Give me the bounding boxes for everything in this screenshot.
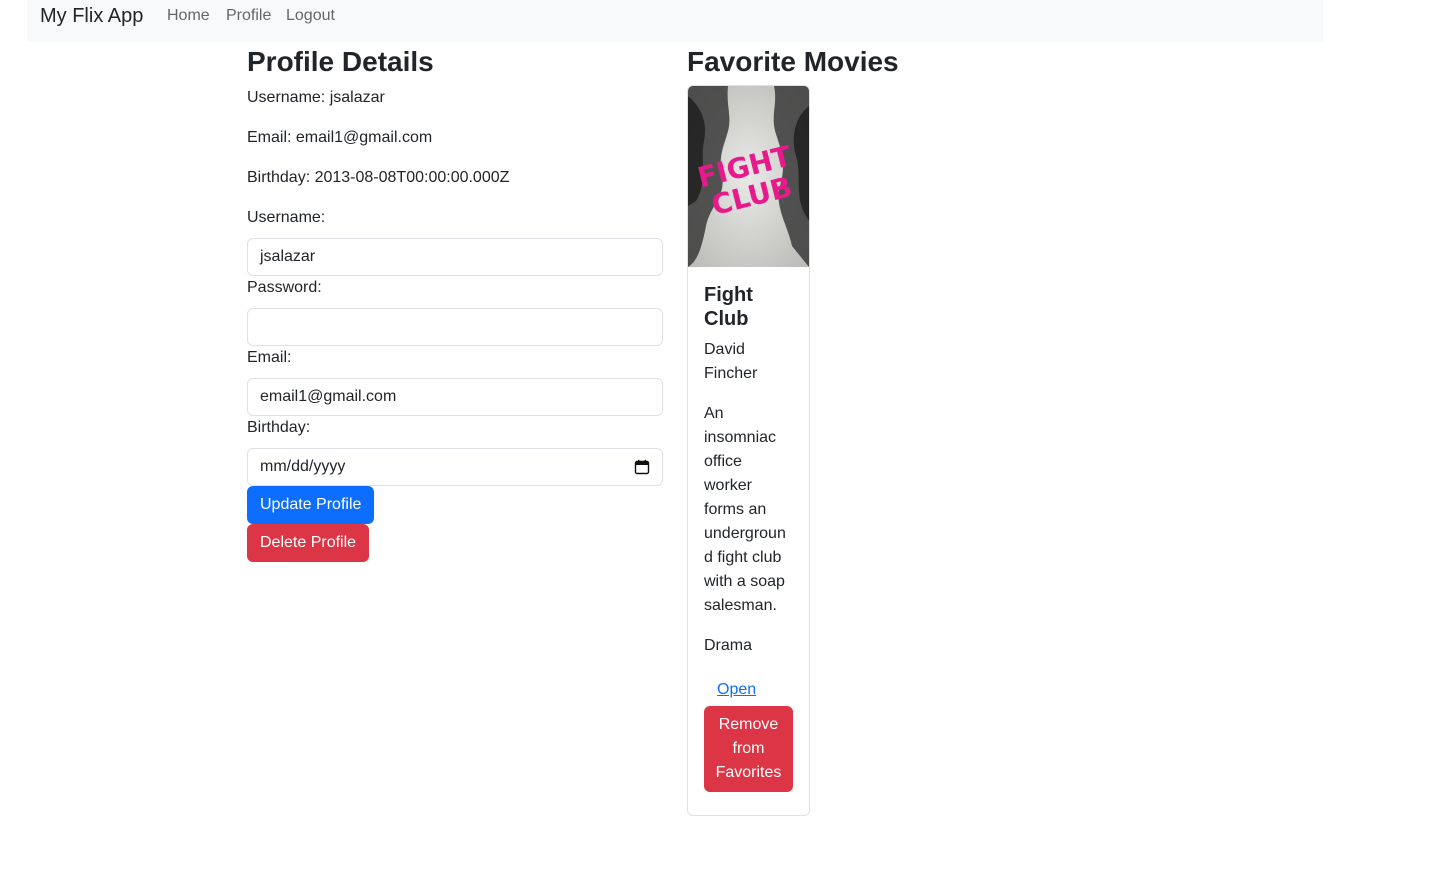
password-label: Password: <box>247 279 322 296</box>
username-input-value: jsalazar <box>260 248 316 265</box>
nav-link-profile[interactable]: Profile <box>226 7 271 25</box>
movie-card: FIGHT CLUB Fight Club David Fincher An in… <box>687 85 810 816</box>
username-input[interactable]: jsalazar <box>247 238 663 276</box>
movie-genre: Drama <box>704 637 753 654</box>
profile-title: Profile Details <box>247 46 434 77</box>
update-profile-form: Username: jsalazar Password: Email: emai… <box>247 206 663 562</box>
username-label: Username: <box>247 209 326 226</box>
email-info: Email: email1@gmail.com <box>247 129 433 146</box>
movie-title: Fight Club <box>704 284 753 330</box>
username-info: Username: jsalazar <box>247 89 385 106</box>
navbar-brand[interactable]: My Flix App <box>40 5 143 28</box>
email-input[interactable]: email1@gmail.com <box>247 378 663 416</box>
navbar: My Flix App Home Profile Logout <box>27 0 1323 42</box>
movie-card-body: Fight Club David Fincher An insomniac of… <box>704 283 794 792</box>
delete-profile-button[interactable]: Delete Profile <box>247 524 370 562</box>
calendar-icon[interactable] <box>634 459 650 475</box>
birthday-placeholder: mm/dd/yyyy <box>260 458 346 475</box>
movie-poster: FIGHT CLUB <box>688 86 809 267</box>
profile-section: Profile Details Username: jsalazar Email… <box>247 44 663 562</box>
email-label: Email: <box>247 349 292 366</box>
open-movie-link[interactable]: Open <box>717 681 756 698</box>
birthday-input[interactable]: mm/dd/yyyy <box>247 448 663 486</box>
birthday-info: Birthday: 2013-08-08T00:00:00.000Z <box>247 169 510 186</box>
remove-favorite-button[interactable]: Remove from Favorites <box>704 706 793 792</box>
movie-director: David Fincher <box>704 341 758 382</box>
update-profile-button[interactable]: Update Profile <box>247 486 375 524</box>
favorites-title: Favorite Movies <box>687 46 899 77</box>
movie-description: An insomniac office worker forms an unde… <box>704 405 786 614</box>
birthday-label: Birthday: <box>247 419 311 436</box>
email-input-value: email1@gmail.com <box>260 388 397 405</box>
password-input[interactable] <box>247 308 663 346</box>
nav-link-logout[interactable]: Logout <box>286 7 335 25</box>
nav-link-home[interactable]: Home <box>167 7 210 25</box>
favorites-section: Favorite Movies FIGHT CLUB Fight Club Da… <box>687 44 899 816</box>
